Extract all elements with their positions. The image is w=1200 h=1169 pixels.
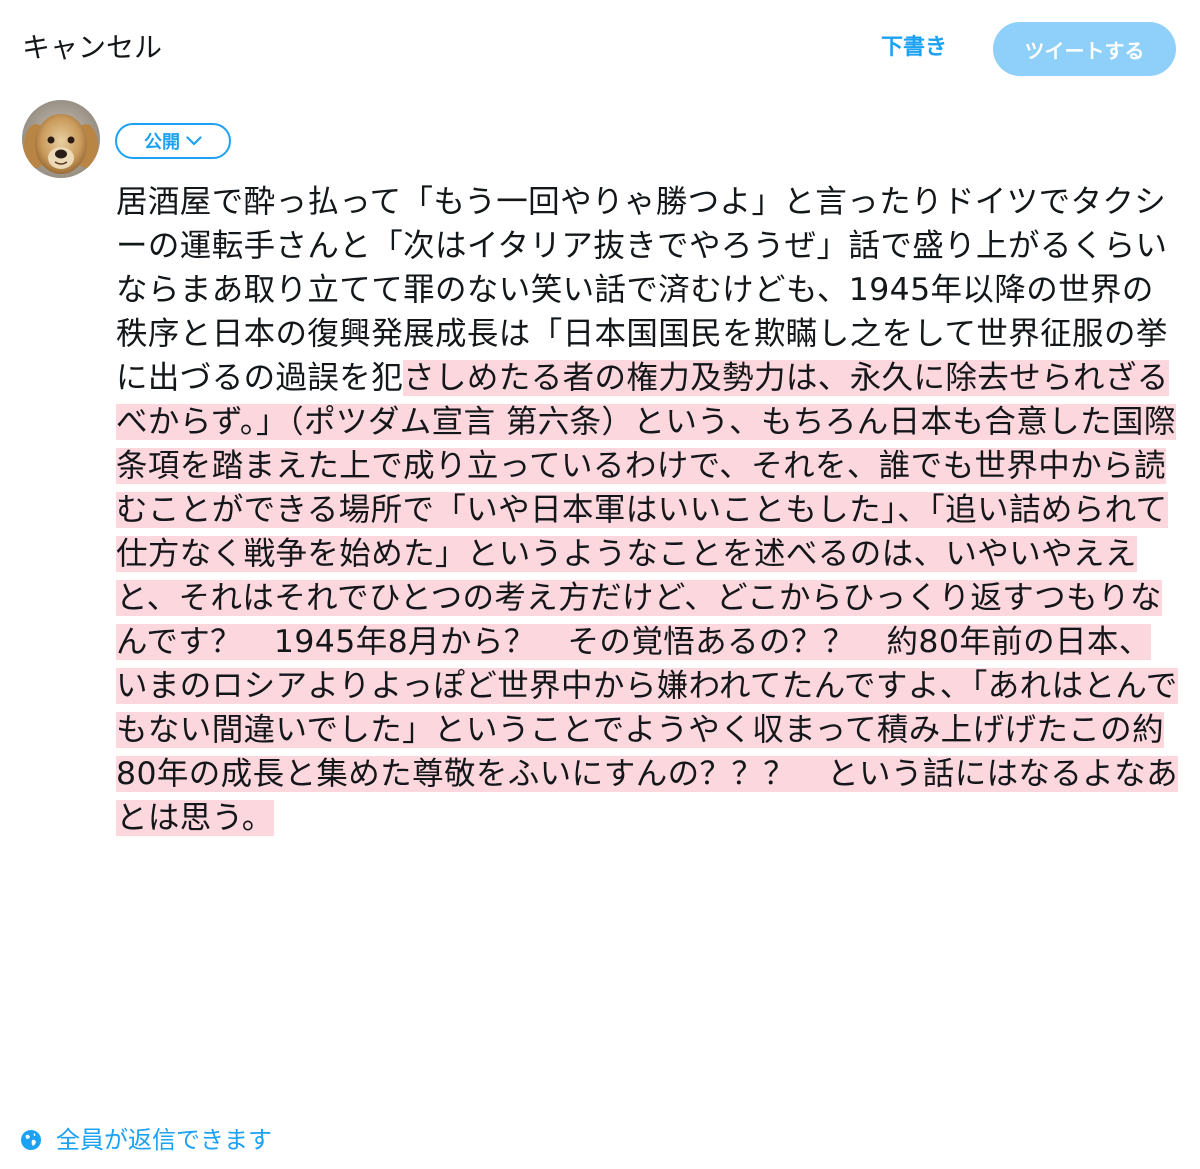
avatar[interactable] bbox=[22, 100, 100, 178]
reply-setting-button[interactable]: 全員が返信できます bbox=[20, 1120, 272, 1160]
audience-label: 公開 bbox=[144, 132, 180, 153]
globe-icon bbox=[21, 1130, 41, 1150]
chevron-down-icon bbox=[186, 136, 202, 146]
drafts-button[interactable]: 下書き bbox=[881, 26, 947, 70]
reply-setting-label: 全員が返信できます bbox=[56, 1126, 272, 1154]
tweet-text-highlighted: さしめたる者の権力及勢力は、永久に除去せられざるべからず。」（ポツダム宣言 第六… bbox=[116, 360, 1179, 836]
tweet-text-area[interactable]: 居酒屋で酔っ払って「もう一回やりゃ勝つよ」と言ったりドイツでタクシーの運転手さん… bbox=[116, 180, 1180, 840]
cancel-button[interactable]: キャンセル bbox=[22, 26, 162, 70]
tweet-button[interactable]: ツイートする bbox=[993, 22, 1176, 76]
tweet-button-label: ツイートする bbox=[1024, 38, 1145, 63]
dog-avatar-icon bbox=[22, 100, 100, 178]
audience-selector[interactable]: 公開 bbox=[115, 123, 231, 159]
tweet-composer: キャンセル 下書き ツイートする 公開 居酒屋で酔っ払って「もう一回やりゃ勝つよ… bbox=[0, 0, 1200, 1169]
